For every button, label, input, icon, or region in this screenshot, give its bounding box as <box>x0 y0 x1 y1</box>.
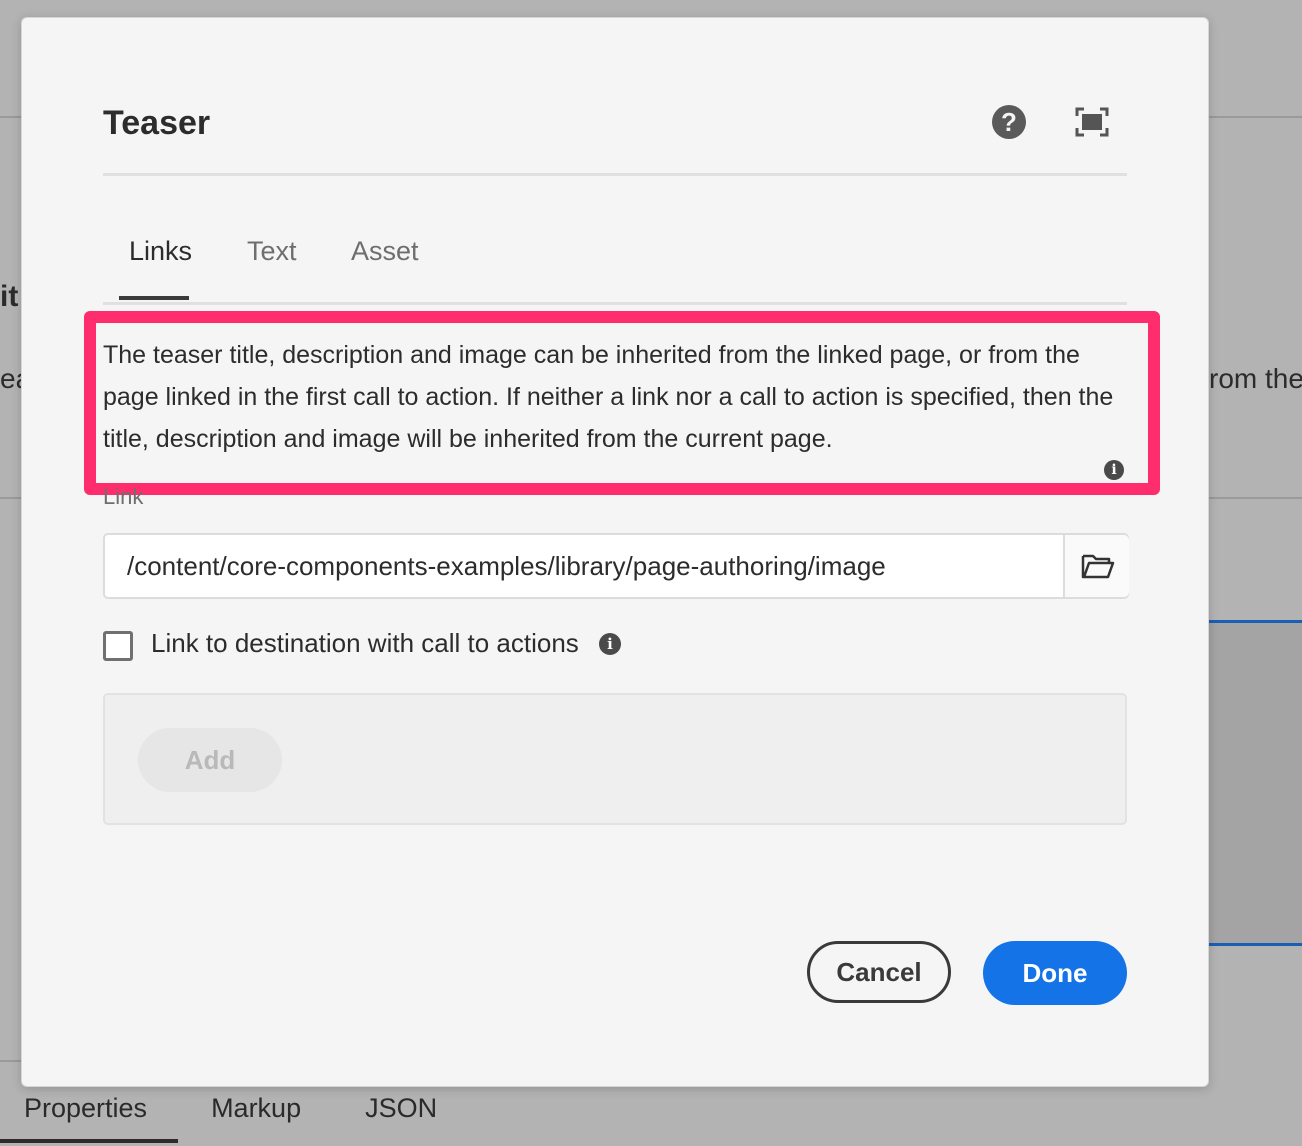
tab-asset[interactable]: Asset <box>351 236 419 267</box>
teaser-dialog: Teaser ? Links Text Asset The teaser tit… <box>21 17 1209 1087</box>
bg-divider <box>1207 497 1302 499</box>
bg-tab-underline <box>0 1139 178 1143</box>
link-input[interactable] <box>105 535 1039 597</box>
cancel-button[interactable]: Cancel <box>807 941 951 1003</box>
done-button[interactable]: Done <box>983 941 1127 1005</box>
bg-accent-line <box>1207 620 1302 623</box>
bg-divider <box>0 116 21 118</box>
cta-multifield: Add <box>103 693 1127 825</box>
bg-divider <box>0 1060 21 1062</box>
dialog-tabs: Links Text Asset <box>103 218 1127 305</box>
bg-tab-properties[interactable]: Properties <box>24 1093 147 1124</box>
bg-divider <box>0 497 21 499</box>
teaser-description: The teaser title, description and image … <box>103 341 1114 453</box>
link-label: Link <box>103 484 144 509</box>
help-icon[interactable]: ? <box>992 105 1026 139</box>
add-button[interactable]: Add <box>138 728 282 792</box>
bg-tab-markup[interactable]: Markup <box>211 1093 301 1124</box>
dialog-header: Teaser ? <box>103 98 1127 176</box>
info-icon[interactable]: i <box>1104 460 1124 480</box>
browse-button[interactable] <box>1063 535 1129 597</box>
active-tab-indicator <box>119 296 189 300</box>
fullscreen-icon[interactable] <box>1075 107 1109 137</box>
folder-open-icon <box>1081 554 1115 579</box>
bg-accent-line <box>1207 943 1302 946</box>
cta-checkbox[interactable] <box>103 631 133 661</box>
bg-tab-json[interactable]: JSON <box>365 1093 437 1124</box>
bg-heading-fragment: it <box>0 280 19 313</box>
tab-text[interactable]: Text <box>247 236 297 267</box>
dialog-title: Teaser <box>103 104 211 142</box>
bg-panel <box>1207 622 1302 944</box>
bg-divider <box>1207 116 1302 118</box>
link-path-field <box>103 533 1129 599</box>
info-icon[interactable]: i <box>599 633 621 655</box>
cta-checkbox-label[interactable]: Link to destination with call to actions <box>151 628 579 659</box>
tab-links[interactable]: Links <box>129 236 192 267</box>
bg-text-fragment: rom the <box>1209 363 1302 394</box>
